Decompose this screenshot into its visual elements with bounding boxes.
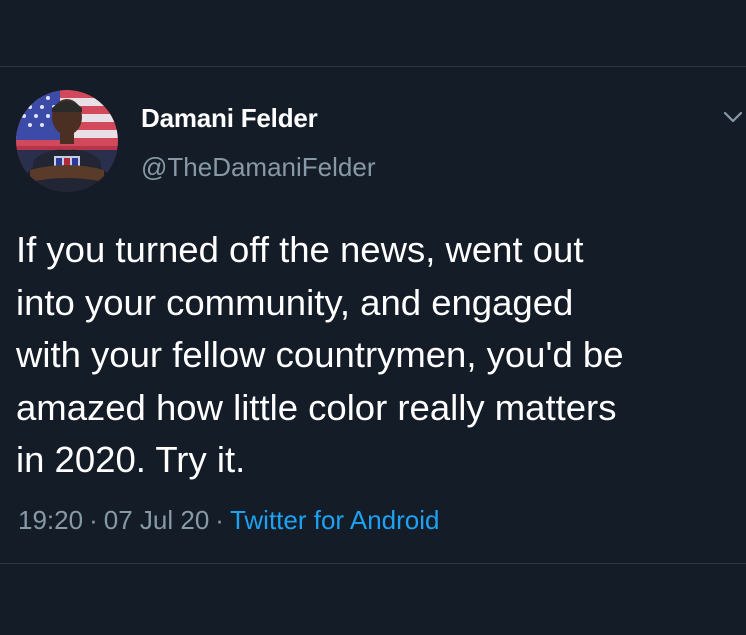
meta-separator: ·: [215, 505, 224, 535]
tweet-text: If you turned off the news, went out int…: [16, 224, 742, 487]
top-divider: [0, 66, 746, 67]
author-handle[interactable]: @TheDamaniFelder: [141, 152, 375, 183]
tweet-text-line: with your fellow countrymen, you'd be: [16, 334, 624, 375]
chevron-down-icon[interactable]: [723, 110, 743, 124]
tweet-time[interactable]: 19:20: [18, 505, 83, 535]
tweet-text-line: in 2020. Try it.: [16, 439, 246, 480]
meta-separator: ·: [89, 505, 98, 535]
bottom-divider: [0, 563, 746, 564]
tweet-text-line: amazed how little color really matters: [16, 386, 617, 428]
tweet-metadata: 19:20 · 07 Jul 20 · Twitter for Android: [18, 505, 440, 536]
tweet-text-line: If you turned off the news, went out: [16, 229, 584, 270]
avatar[interactable]: [16, 90, 118, 192]
tweet-source-link[interactable]: Twitter for Android: [230, 505, 440, 535]
tweet-text-line: into your community, and engaged: [16, 281, 574, 323]
author-name[interactable]: Damani Felder: [141, 103, 318, 134]
avatar-image: [16, 90, 118, 192]
tweet-date[interactable]: 07 Jul 20: [104, 505, 210, 535]
